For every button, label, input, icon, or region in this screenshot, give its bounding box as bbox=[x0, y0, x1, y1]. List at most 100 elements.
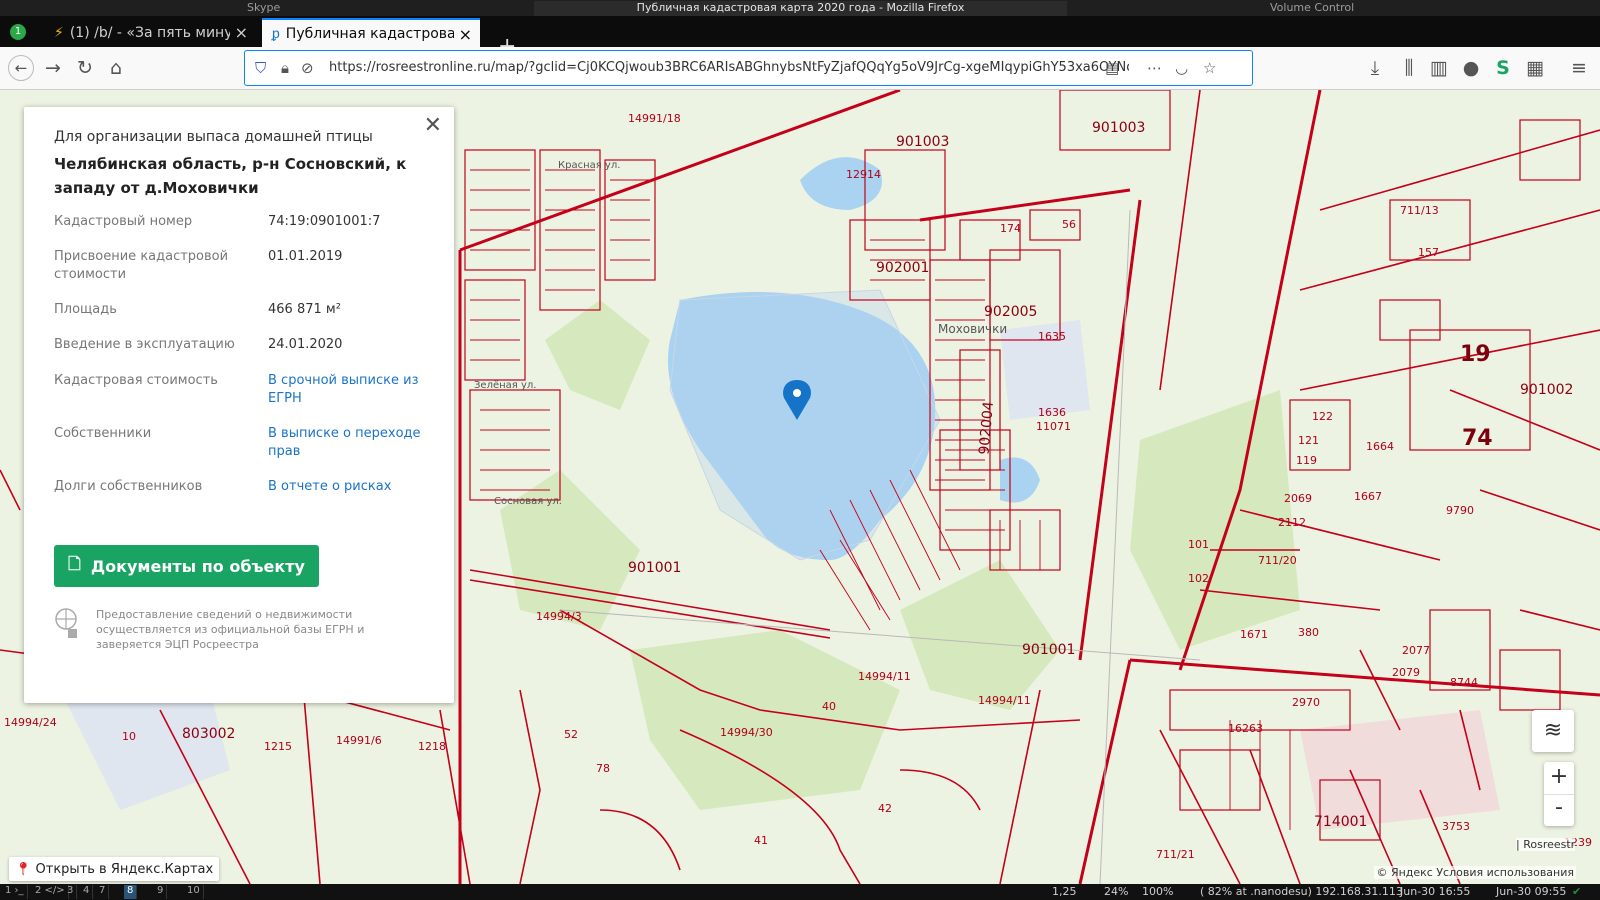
reader-view-icon[interactable]: ▤ bbox=[1105, 59, 1119, 77]
open-in-yandex-maps-link[interactable]: 📍︎ Открыть в Яндекс.Картах bbox=[9, 857, 220, 881]
map-label: Красная ул. bbox=[558, 160, 621, 171]
map-label: 56 bbox=[1062, 218, 1076, 231]
close-icon[interactable]: ✕ bbox=[424, 113, 442, 138]
reload-icon[interactable]: ↻ bbox=[72, 55, 98, 81]
map-label: 74 bbox=[1462, 426, 1493, 451]
navigation-bar: ← → ↻ ⌂ ⛉ 🔒︎ ⊘ https://rosreestronline.r… bbox=[0, 47, 1600, 90]
tab-cadastral-map[interactable]: ᵱ Публичная кадастровая × bbox=[262, 18, 480, 47]
cpu-usage: 24% bbox=[1104, 885, 1129, 898]
workspace-1[interactable]: 1 ›_ bbox=[2, 885, 28, 899]
owners-label: Собственники bbox=[54, 426, 152, 441]
workspace-4[interactable]: 4 bbox=[80, 885, 94, 899]
cadastral-cost-label: Кадастровая стоимость bbox=[54, 373, 218, 388]
cadastral-number-value: 74:19:0901001:7 bbox=[268, 214, 381, 229]
zoom-in-button[interactable]: + bbox=[1544, 762, 1574, 795]
documents-button[interactable]: 🗋︎ Документы по объекту bbox=[54, 545, 319, 587]
parcel-purpose: Для организации выпаса домашней птицы bbox=[54, 129, 373, 145]
map-label: 122 bbox=[1312, 410, 1333, 423]
map-label: 119 bbox=[1296, 454, 1317, 467]
map-label: 102 bbox=[1188, 572, 1209, 585]
map-label: 901001 bbox=[1022, 642, 1076, 658]
map-label: 14994/11 bbox=[978, 694, 1031, 707]
commissioning-value: 24.01.2020 bbox=[268, 337, 343, 352]
lightning-icon: ⚡ bbox=[54, 24, 64, 41]
map-label: 14994/3 bbox=[536, 610, 582, 623]
map-label: 2069 bbox=[1284, 492, 1312, 505]
workspace-9[interactable]: 9 bbox=[154, 885, 168, 899]
map-label: 711/21 bbox=[1156, 848, 1195, 861]
yandex-attribution[interactable]: © Яндекс Условия использования bbox=[1374, 866, 1576, 879]
map-label: 1671 bbox=[1240, 628, 1268, 641]
shield-icon[interactable]: ⛉ bbox=[255, 59, 266, 77]
library-icon[interactable]: ⫼ bbox=[1396, 55, 1422, 81]
wm-right-title[interactable]: Volume Control bbox=[1270, 1, 1354, 14]
map-label: 11071 bbox=[1036, 420, 1071, 433]
workspace-8[interactable]: 8 bbox=[124, 885, 138, 899]
map-label: Моховички bbox=[938, 322, 1008, 336]
open-in-yandex-maps-label: Открыть в Яндекс.Картах bbox=[35, 861, 214, 877]
map-label: 52 bbox=[564, 728, 578, 741]
map-label: 901001 bbox=[628, 560, 682, 576]
apps-icon[interactable]: ▦ bbox=[1522, 55, 1548, 81]
commissioning-label: Введение в эксплуатацию bbox=[54, 337, 235, 352]
workspace-10[interactable]: 10 bbox=[184, 885, 204, 899]
map-label: 1215 bbox=[264, 740, 292, 753]
extension-icon[interactable]: 1 bbox=[10, 24, 26, 40]
map-label: 14991/18 bbox=[628, 112, 681, 125]
tab-2ch[interactable]: ⚡ (1) /b/ - «За пять минут × bbox=[44, 18, 256, 47]
valuation-date-value: 01.01.2019 bbox=[268, 249, 343, 264]
layers-icon: ≋ bbox=[1543, 718, 1563, 743]
map-label: 902005 bbox=[984, 304, 1038, 320]
layers-button[interactable]: ≋ bbox=[1532, 710, 1574, 752]
map-label: 2970 bbox=[1292, 696, 1320, 709]
sidebar-icon[interactable]: ▥ bbox=[1426, 55, 1452, 81]
map-label: 1636 bbox=[1038, 406, 1066, 419]
map-label: 10 bbox=[122, 730, 136, 743]
utc-time: Jun-30 09:55 bbox=[1496, 885, 1567, 898]
url-bar[interactable]: ⛉ 🔒︎ ⊘ https://rosreestronline.ru/map/?g… bbox=[244, 50, 1253, 86]
url-text[interactable]: https://rosreestronline.ru/map/?gclid=Cj… bbox=[329, 60, 1129, 75]
map-label: 12914 bbox=[846, 168, 881, 181]
lock-icon[interactable]: 🔒︎ bbox=[281, 59, 289, 77]
map-label: 174 bbox=[1000, 222, 1021, 235]
close-tab-icon[interactable]: × bbox=[235, 23, 248, 42]
map-label: 42 bbox=[878, 802, 892, 815]
account-icon[interactable]: ● bbox=[1458, 55, 1484, 81]
map-label: 1635 bbox=[1038, 330, 1066, 343]
map-pin-icon: 📍︎ bbox=[15, 861, 32, 877]
home-icon[interactable]: ⌂ bbox=[103, 55, 129, 81]
owners-link[interactable]: В выписке о переходе прав bbox=[268, 425, 438, 461]
menu-icon[interactable]: ≡ bbox=[1566, 55, 1592, 81]
tracking-icon[interactable]: ⊘ bbox=[301, 59, 314, 77]
tab-title: Публичная кадастровая bbox=[285, 25, 454, 42]
map-label: 9790 bbox=[1446, 504, 1474, 517]
rosreestr-attribution: | Rosreestr bbox=[1516, 838, 1576, 851]
status-bar: 1 ›_ 2 </> 3 4 7 8 9 10 1,25 24% 100% ( … bbox=[0, 884, 1600, 900]
tab-bar: 1 ⚡ (1) /b/ - «За пять минут × ᵱ Публичн… bbox=[0, 16, 1600, 59]
bookmark-star-icon[interactable]: ☆ bbox=[1203, 59, 1216, 77]
map-label: 16263 bbox=[1228, 722, 1263, 735]
map-label: 41 bbox=[754, 834, 768, 847]
debts-link[interactable]: В отчете о рисках bbox=[268, 478, 438, 496]
workspace-3[interactable]: 3 bbox=[64, 885, 78, 899]
map-label: 2077 bbox=[1402, 644, 1430, 657]
valuation-date-label: Присвоение кадастровой стоимости bbox=[54, 249, 229, 282]
back-icon[interactable]: ← bbox=[8, 55, 34, 81]
extension-s-icon[interactable]: S bbox=[1490, 55, 1516, 81]
forward-icon[interactable]: → bbox=[40, 55, 66, 81]
wm-left-title[interactable]: Skype bbox=[247, 1, 280, 14]
zoom-out-button[interactable]: - bbox=[1544, 795, 1574, 825]
close-tab-icon[interactable]: × bbox=[459, 25, 472, 44]
map-label: 711/20 bbox=[1258, 554, 1297, 567]
page-actions-icon[interactable]: ⋯ bbox=[1147, 59, 1162, 77]
map-label: Зелёная ул. bbox=[474, 380, 537, 391]
pocket-icon[interactable]: ◡ bbox=[1175, 59, 1188, 77]
download-icon[interactable]: ⤓ bbox=[1362, 55, 1388, 81]
map-label: 121 bbox=[1298, 434, 1319, 447]
map-label: 711/13 bbox=[1400, 204, 1439, 217]
parcel-info-panel: ✕ Для организации выпаса домашней птицы … bbox=[24, 107, 454, 703]
documents-button-label: Документы по объекту bbox=[90, 556, 305, 576]
workspace-7[interactable]: 7 bbox=[96, 885, 110, 899]
wm-active-title: Публичная кадастровая карта 2020 года - … bbox=[534, 1, 1067, 17]
cadastral-cost-link[interactable]: В срочной выписке из ЕГРН bbox=[268, 372, 438, 408]
